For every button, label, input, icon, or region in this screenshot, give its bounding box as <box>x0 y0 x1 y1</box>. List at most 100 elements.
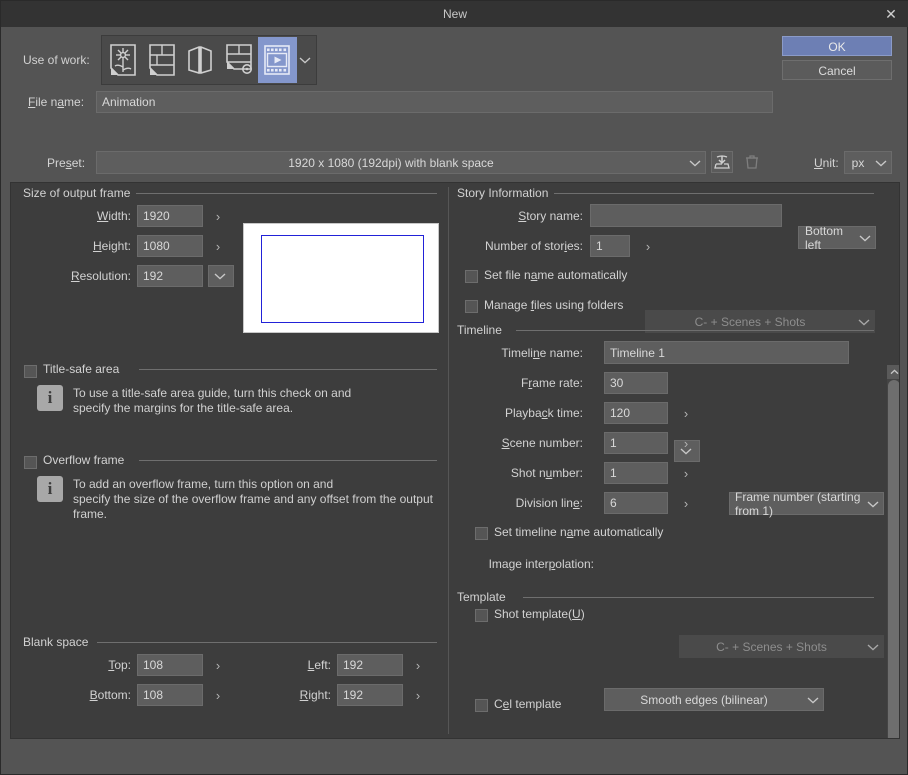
use-of-work-animation-button[interactable] <box>258 37 297 83</box>
scene-number-input[interactable] <box>604 432 668 454</box>
set-file-name-automatically-label: Set file name automatically <box>484 268 627 282</box>
preset-save-button[interactable] <box>711 151 733 173</box>
group-rule <box>554 193 874 194</box>
panel-divider <box>448 187 449 734</box>
preset-combobox[interactable]: 1920 x 1080 (192dpi) with blank space <box>96 151 706 174</box>
binding-position-combobox[interactable]: Bottom left <box>798 226 876 249</box>
overflow-frame-info: To add an overflow frame, turn this opti… <box>73 477 453 522</box>
story-information-group-title: Story Information <box>457 186 554 200</box>
story-name-input[interactable] <box>590 204 782 227</box>
manage-files-using-folders-label: Manage files using folders <box>484 298 623 312</box>
overflow-frame-checkbox[interactable] <box>24 456 37 469</box>
playback-time-unit-combobox[interactable]: Frame number (starting from 1) <box>729 492 884 515</box>
image-interpolation-label: Image interpolation: <box>451 557 594 571</box>
blank-space-group-title: Blank space <box>23 635 94 649</box>
number-of-stories-label: Number of stories: <box>451 239 583 253</box>
chevron-down-icon <box>859 234 871 242</box>
file-name-label: File name: <box>28 95 84 109</box>
set-timeline-name-automatically-checkbox[interactable] <box>475 527 488 540</box>
use-of-work-label: Use of work: <box>23 53 90 67</box>
playback-time-expand-button[interactable]: › <box>679 403 693 423</box>
blank-left-expand-button[interactable]: › <box>411 655 425 675</box>
info-icon: i <box>37 385 63 411</box>
use-of-work-comic-settings-button[interactable] <box>220 37 259 83</box>
height-input[interactable] <box>137 235 203 257</box>
scrollbar-thumb[interactable] <box>888 380 900 739</box>
scroll-up-button[interactable] <box>887 365 900 379</box>
group-rule <box>131 193 437 194</box>
title-safe-area-checkbox[interactable] <box>24 365 37 378</box>
animation-film-icon <box>262 43 292 77</box>
chevron-down-icon <box>867 500 879 508</box>
division-line-input[interactable] <box>604 492 668 514</box>
number-of-stories-input[interactable] <box>590 235 630 257</box>
number-of-stories-expand-button[interactable]: › <box>641 236 655 256</box>
binding-position-value: Bottom left <box>805 227 855 248</box>
group-rule <box>97 642 437 643</box>
frame-rate-input[interactable] <box>604 372 668 394</box>
panel-scrollbar[interactable] <box>887 365 900 739</box>
use-of-work-comic-button[interactable] <box>143 37 182 83</box>
chevron-down-icon <box>875 159 887 167</box>
preset-label: Preset: <box>47 156 85 170</box>
blank-right-expand-button[interactable]: › <box>411 685 425 705</box>
timeline-name-pattern-combobox[interactable]: C- + Scenes + Shots <box>679 635 884 658</box>
cel-template-checkbox[interactable] <box>475 699 488 712</box>
blank-top-expand-button[interactable]: › <box>211 655 225 675</box>
chevron-down-icon <box>858 318 870 326</box>
cel-template-label: Cel template <box>494 697 561 711</box>
output-frame-outline <box>261 235 424 323</box>
unit-value: px <box>845 152 871 173</box>
close-icon[interactable]: ✕ <box>877 4 905 24</box>
use-of-work-toolbar <box>101 35 317 85</box>
chevron-down-icon <box>807 696 819 704</box>
comic-settings-icon <box>224 43 254 77</box>
group-rule <box>516 330 874 331</box>
canvas-preview <box>243 223 439 333</box>
blank-bottom-input[interactable] <box>137 684 203 706</box>
unit-combobox[interactable]: px <box>844 151 892 174</box>
file-name-input[interactable] <box>96 91 773 113</box>
file-name-pattern-value: C- + Scenes + Shots <box>646 311 854 332</box>
use-of-work-illustration-button[interactable] <box>104 37 143 83</box>
blank-left-label: Left: <box>239 658 331 672</box>
shot-number-expand-button[interactable]: › <box>679 463 693 483</box>
shot-number-input[interactable] <box>604 462 668 484</box>
blank-bottom-expand-button[interactable]: › <box>211 685 225 705</box>
blank-right-input[interactable] <box>337 684 403 706</box>
set-timeline-name-automatically-label: Set timeline name automatically <box>494 525 663 539</box>
cancel-button[interactable]: Cancel <box>782 60 892 80</box>
blank-bottom-label: Bottom: <box>31 688 131 702</box>
titlebar: New ✕ <box>1 1 908 27</box>
dialog-title: New <box>1 1 908 27</box>
division-line-expand-button[interactable]: › <box>679 493 693 513</box>
trash-icon <box>745 154 759 170</box>
use-of-work-book-button[interactable] <box>181 37 220 83</box>
chevron-down-icon <box>689 159 701 167</box>
illustration-icon <box>108 43 138 77</box>
info-icon: i <box>37 476 63 502</box>
blank-top-input[interactable] <box>137 654 203 676</box>
shot-template-label: Shot template(U) <box>494 607 585 621</box>
timeline-group-title: Timeline <box>457 323 508 337</box>
blank-left-input[interactable] <box>337 654 403 676</box>
set-file-name-automatically-checkbox[interactable] <box>465 270 478 283</box>
timeline-name-input[interactable] <box>604 341 849 364</box>
chevron-up-icon <box>890 369 899 375</box>
shot-template-checkbox[interactable] <box>475 609 488 622</box>
playback-time-unit-value: Frame number (starting from 1) <box>735 493 863 514</box>
image-interpolation-combobox[interactable]: Smooth edges (bilinear) <box>604 688 824 711</box>
preset-value: 1920 x 1080 (192dpi) with blank space <box>97 152 685 173</box>
size-of-output-frame-group-title: Size of output frame <box>23 186 136 200</box>
save-preset-icon <box>714 155 730 170</box>
width-expand-button[interactable]: › <box>211 206 225 226</box>
resolution-input[interactable] <box>137 265 203 287</box>
use-of-work-more-chevron-down-icon[interactable] <box>297 37 314 83</box>
playback-time-input[interactable] <box>604 402 668 424</box>
height-expand-button[interactable]: › <box>211 236 225 256</box>
scene-number-expand-button[interactable]: › <box>679 433 693 453</box>
width-input[interactable] <box>137 205 203 227</box>
manage-files-using-folders-checkbox[interactable] <box>465 300 478 313</box>
ok-button[interactable]: OK <box>782 36 892 56</box>
resolution-dropdown[interactable] <box>208 265 234 287</box>
